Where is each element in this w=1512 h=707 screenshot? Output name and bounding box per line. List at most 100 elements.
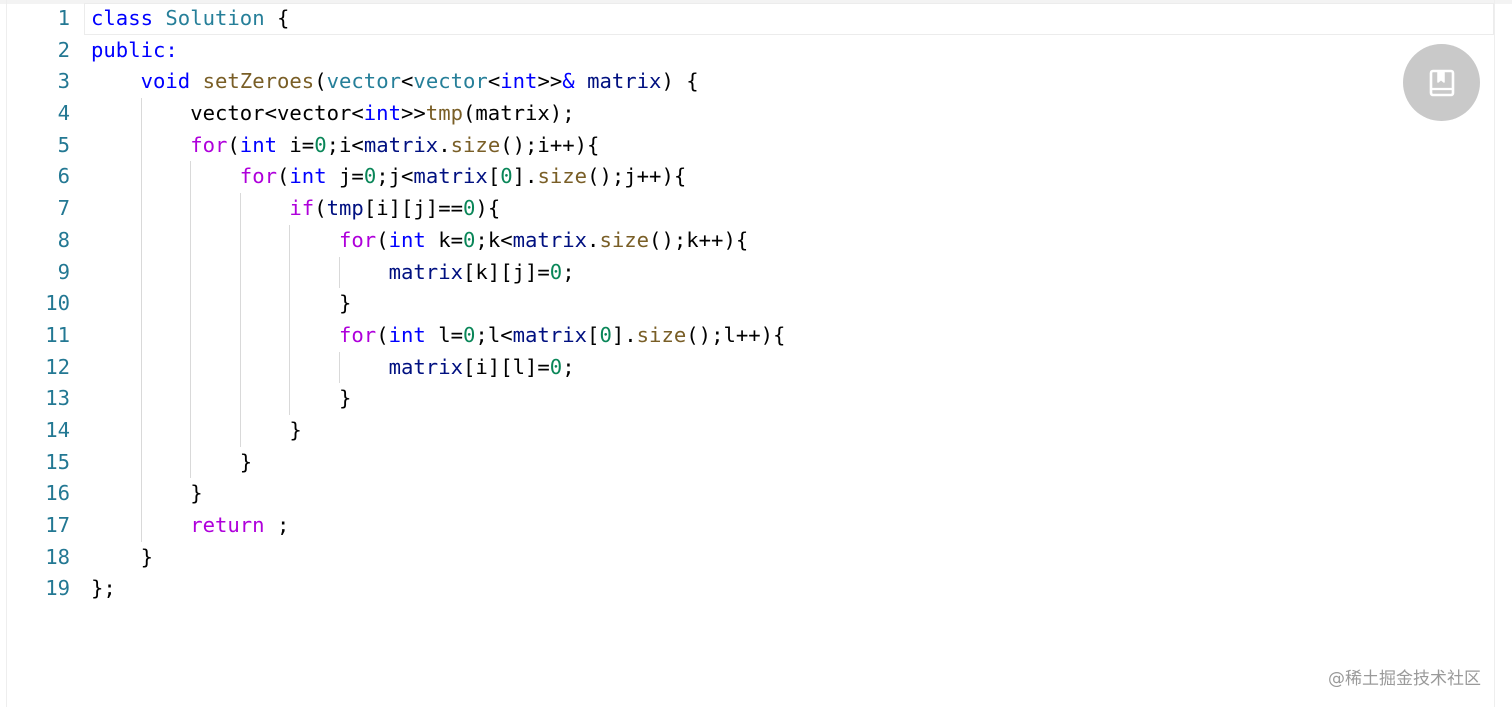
line-number: 9 [57, 259, 70, 284]
code-content: } [190, 478, 202, 510]
code-token: int [289, 164, 327, 189]
code-token: 0 [463, 196, 476, 221]
line-number: 4 [57, 101, 70, 126]
code-token: i= [277, 132, 315, 157]
code-token: ;l< [475, 322, 513, 347]
indent-guide [190, 319, 192, 352]
code-token: for [339, 322, 377, 347]
code-content: } [339, 288, 351, 320]
code-token: j= [326, 164, 364, 189]
code-token: vector [413, 69, 488, 94]
code-token: setZeroes [202, 69, 315, 94]
indent-guide [289, 351, 291, 384]
code-token: } [339, 386, 352, 411]
indent-guide [289, 256, 291, 289]
indent-guide [140, 129, 142, 162]
line-number: 8 [57, 227, 70, 252]
line-number: 1 [57, 6, 70, 30]
code-content: public: [91, 35, 178, 67]
code-token: } [140, 544, 153, 569]
code-token: 0 [549, 354, 563, 379]
code-token: vector [326, 69, 402, 94]
indent-guide [239, 414, 241, 447]
editor-right-border [1494, 0, 1495, 707]
indent-guide [140, 256, 142, 289]
code-token: ();i++){ [500, 132, 600, 157]
code-token: ( [314, 196, 327, 221]
line-number: 19 [45, 576, 70, 601]
code-token: } [190, 481, 203, 506]
indent-guide [239, 256, 241, 289]
line-number: 12 [45, 354, 70, 379]
code-token: 0 [500, 164, 513, 189]
indent-guide [239, 383, 241, 415]
code-content: } [289, 415, 301, 447]
bookmark-icon [1429, 69, 1454, 96]
code-content: for(int i=0;i<matrix.size();i++){ [190, 130, 599, 162]
code-token: k= [425, 227, 464, 252]
line-number-gutter: 1 2 3 4 5 6 7 8 9 10 11 12 13 14 15 16 17 18 19 [0, 3, 70, 605]
code-token: (matrix); [463, 101, 575, 126]
indent-guide [190, 256, 192, 289]
indent-guide [239, 224, 241, 257]
line-number: 5 [57, 132, 70, 157]
code-token: ]. [512, 164, 538, 189]
code-token: ){ [475, 196, 501, 221]
code-token: : [165, 37, 178, 62]
code-content: } [141, 542, 153, 574]
code-token: < [401, 69, 414, 94]
line-number: 11 [45, 322, 70, 347]
indent-guide [140, 478, 142, 510]
code-editor[interactable]: 1 2 3 4 5 6 7 8 9 10 11 12 13 14 15 16 17 18 19 class Solu… [0, 0, 1512, 707]
code-token: < [487, 69, 501, 94]
code-token: ();l++){ [686, 322, 786, 347]
indent-guide [289, 383, 291, 415]
code-token: tmp [326, 196, 364, 221]
indent-guide [239, 288, 241, 320]
indent-guide [190, 351, 192, 384]
code-token: } [339, 291, 352, 316]
code-token: size [636, 322, 687, 347]
code-token: { [264, 6, 290, 30]
indent-guide [140, 446, 142, 479]
code-token: matrix [363, 132, 439, 157]
indent-guide [140, 319, 142, 352]
code-content: class Solution { [91, 3, 289, 35]
watermark: @稀土掘金技术社区 [1328, 669, 1481, 689]
line-number: 17 [45, 513, 70, 537]
code-token: >> [537, 69, 563, 94]
code-token: . [438, 132, 451, 157]
code-token: [ [587, 322, 600, 347]
bookmark-button[interactable] [1403, 44, 1480, 121]
code-token: if [289, 196, 315, 221]
code-content: if(tmp[i][j]==0){ [289, 193, 500, 225]
indent-guide [190, 224, 192, 257]
indent-guide [140, 161, 142, 194]
code-token: matrix [388, 354, 463, 379]
code-content: void setZeroes(vector<vector<int>>& matr… [141, 66, 699, 98]
indent-guide [190, 193, 192, 225]
code-token: l= [425, 322, 464, 347]
code-token: ( [376, 227, 389, 252]
code-token: int [388, 227, 426, 252]
indent-guide [140, 510, 142, 542]
code-token: } [289, 417, 302, 442]
code-token: . [587, 227, 600, 252]
code-token: 0 [463, 227, 476, 252]
code-token: 0 [463, 322, 476, 347]
code-token: matrix [413, 164, 488, 189]
code-token: for [339, 227, 377, 252]
code-token: return [190, 513, 265, 537]
code-token: int [500, 69, 538, 94]
indent-guide [289, 319, 291, 352]
code-content: } [240, 447, 252, 479]
code-token: ( [227, 132, 240, 157]
indent-guide [339, 351, 340, 384]
code-token: vector<vector< [190, 101, 364, 126]
code-content: for(int l=0;l<matrix[0].size();l++){ [339, 320, 785, 352]
code-token: size [450, 132, 501, 157]
indent-guide [140, 288, 142, 320]
code-content: }; [91, 573, 116, 605]
code-token: 0 [314, 132, 327, 157]
